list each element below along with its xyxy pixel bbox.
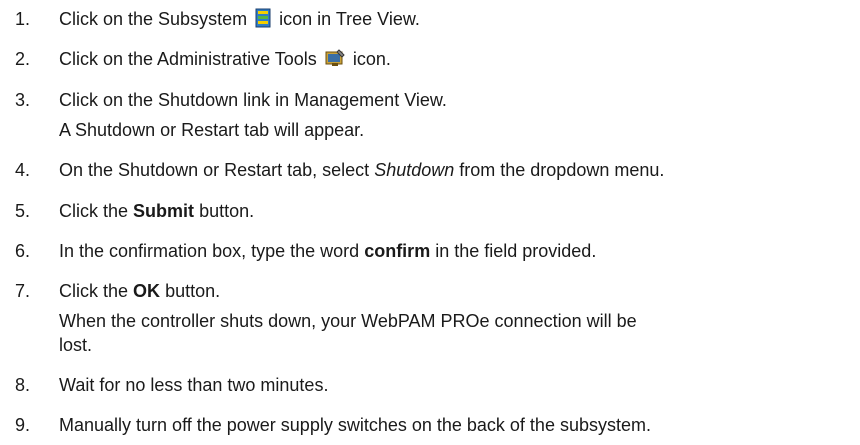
step-text: Wait for no less than two minutes.	[59, 375, 329, 395]
submit-label: Submit	[133, 201, 195, 221]
step-7-note-continued: lost.	[59, 335, 93, 355]
step-number: 5.	[14, 201, 30, 221]
step-number: 4.	[14, 160, 30, 180]
step-text: Click on the Shutdown link in Management…	[59, 90, 447, 110]
step-text: On the Shutdown or Restart tab, select	[59, 160, 370, 180]
emphasis-text: Shutdown	[374, 160, 455, 180]
confirm-word: confirm	[364, 241, 431, 261]
administrative-tools-icon	[324, 48, 346, 73]
step-text: button.	[165, 281, 221, 301]
step-number: 6.	[14, 241, 30, 261]
step-text: icon.	[352, 49, 391, 69]
step-text: Click on the Administrative Tools	[59, 49, 317, 69]
step-text: Manually turn off the power supply switc…	[59, 415, 651, 435]
step-number: 7.	[14, 281, 30, 301]
subsystem-icon	[254, 8, 272, 33]
step-number: 2.	[14, 49, 30, 69]
step-number: 3.	[14, 90, 30, 110]
step-text: button.	[199, 201, 255, 221]
step-text: Click the	[59, 201, 129, 221]
step-number: 9.	[14, 415, 30, 435]
step-7-note: When the controller shuts down, your Web…	[59, 311, 637, 331]
step-text: icon in Tree View.	[279, 9, 420, 29]
step-text: Click the	[59, 281, 129, 301]
step-text: In the confirmation box, type the word	[59, 241, 360, 261]
ok-label: OK	[133, 281, 161, 301]
step-text: in the field provided.	[435, 241, 597, 261]
step-text: Click on the Subsystem	[59, 9, 248, 29]
step-number: 8.	[14, 375, 30, 395]
step-3-note: A Shutdown or Restart tab will appear.	[59, 120, 365, 140]
step-text: from the dropdown menu.	[459, 160, 665, 180]
step-number: 1.	[14, 9, 30, 29]
